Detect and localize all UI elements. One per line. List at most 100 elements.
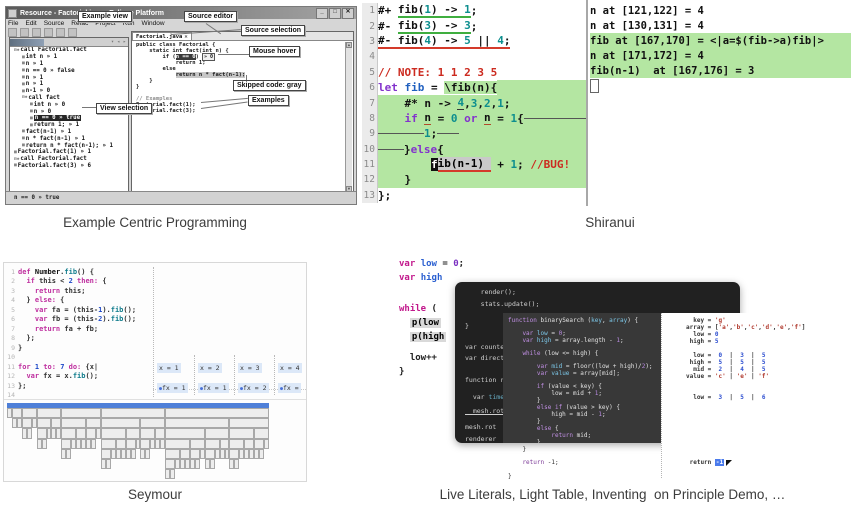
trace-call-box[interactable] bbox=[126, 428, 141, 438]
trace-call-box[interactable] bbox=[254, 428, 269, 438]
trace-call-box[interactable] bbox=[165, 439, 190, 449]
inventing-on-principle-values-pane[interactable]: key = 'g'array = ['a','b','c','d','e','f… bbox=[661, 313, 851, 478]
iteration-column[interactable]: x = 3 ●fx = 2 bbox=[234, 355, 274, 395]
trace-call-box[interactable] bbox=[66, 449, 71, 459]
x-value-chip[interactable]: x = 3 bbox=[238, 363, 262, 373]
trace-call-box[interactable] bbox=[229, 449, 239, 459]
trace-call-box[interactable] bbox=[51, 418, 61, 428]
tree-row[interactable]: ⊟◈call Factorial.fact bbox=[11, 156, 127, 163]
fx-value-chip[interactable]: ●fx = 1 bbox=[157, 383, 188, 393]
tree-row[interactable]: ⊟◈call Factorial.fact bbox=[11, 47, 127, 54]
trace-call-box[interactable] bbox=[195, 459, 200, 469]
fx-value-chip[interactable]: ●fx = 2 bbox=[238, 383, 269, 393]
trace-call-box[interactable] bbox=[259, 449, 264, 459]
trace-call-box[interactable] bbox=[42, 439, 47, 449]
trace-call-box[interactable] bbox=[37, 418, 52, 428]
toolbar-icon[interactable] bbox=[20, 28, 29, 37]
tree-row[interactable]: ▦n == 0 » false bbox=[11, 67, 127, 74]
menu-item-edit[interactable]: Edit bbox=[25, 20, 36, 27]
trace-call-box[interactable] bbox=[37, 428, 47, 438]
trace-call-box[interactable] bbox=[101, 418, 141, 428]
tree-row[interactable]: ▦return n * fact(n-1); » 1 bbox=[11, 142, 127, 149]
x-value-chip[interactable]: x = 4 bbox=[278, 363, 302, 373]
trace-call-box[interactable] bbox=[145, 449, 150, 459]
trace-call-box[interactable] bbox=[165, 418, 229, 428]
menu-item-file[interactable]: File bbox=[8, 20, 18, 27]
trace-call-box[interactable] bbox=[27, 428, 32, 438]
trace-call-box[interactable] bbox=[140, 439, 150, 449]
menu-item-source[interactable]: Source bbox=[44, 20, 65, 27]
editor-scrollbar[interactable]: ▲ ▼ bbox=[345, 42, 352, 192]
toolbar-icon[interactable] bbox=[8, 28, 17, 37]
trace-call-box[interactable] bbox=[210, 459, 215, 469]
tree-row[interactable]: ▦n » 1 bbox=[11, 74, 127, 81]
trace-call-box[interactable] bbox=[229, 439, 244, 449]
iteration-column[interactable]: x = 2●fx = 1 bbox=[194, 355, 234, 395]
toolbar-icon[interactable] bbox=[32, 28, 41, 37]
trace-call-box[interactable] bbox=[131, 449, 136, 459]
source-editor-code[interactable]: public class Factorial { static int fact… bbox=[136, 42, 345, 192]
trace-call-box[interactable] bbox=[165, 408, 269, 418]
view-toolbar-icons[interactable]: ▾ ◂ ▸ bbox=[111, 39, 126, 45]
minimize-button[interactable]: _ bbox=[316, 8, 328, 19]
eclipse-title-bar[interactable]: Resource - Factorial.java - Eclipse Plat… bbox=[6, 7, 356, 19]
shiranui-code-editor[interactable]: 1#+ fib(1) -> 1;2#- fib(3) -> 3;3#- fib(… bbox=[362, 0, 586, 206]
tree-row[interactable]: ▦n » 1 bbox=[11, 61, 127, 68]
tree-row[interactable]: ▦n-1 » 0 bbox=[11, 88, 127, 95]
trace-call-box[interactable] bbox=[140, 418, 165, 428]
toolbar-icon[interactable] bbox=[68, 28, 77, 37]
trace-call-box[interactable] bbox=[254, 439, 264, 449]
trace-call-box[interactable] bbox=[86, 418, 101, 428]
trace-call-box[interactable] bbox=[61, 418, 86, 428]
pane-divider[interactable] bbox=[586, 0, 588, 206]
trace-call-box[interactable] bbox=[12, 408, 22, 418]
tree-row[interactable]: ▦int n » 1 bbox=[11, 54, 127, 61]
tree-row[interactable]: ▦n » 1 bbox=[11, 81, 127, 88]
x-value-chip[interactable]: x = 2 bbox=[198, 363, 222, 373]
trace-call-box[interactable] bbox=[229, 428, 254, 438]
toolbar-icon[interactable] bbox=[44, 28, 53, 37]
trace-call-box[interactable] bbox=[155, 428, 165, 438]
trace-call-box[interactable] bbox=[244, 439, 254, 449]
trace-call-box[interactable] bbox=[140, 428, 155, 438]
trace-call-box[interactable] bbox=[205, 449, 215, 459]
trace-call-box[interactable] bbox=[61, 408, 101, 418]
call-expand-icon[interactable]: ⊟◈ bbox=[14, 48, 19, 53]
trace-call-box[interactable] bbox=[106, 459, 111, 469]
trace-call-box[interactable] bbox=[264, 439, 269, 449]
trace-call-box[interactable] bbox=[86, 428, 96, 438]
trace-call-box[interactable] bbox=[101, 428, 126, 438]
tree-row[interactable]: ⊟◈call fact bbox=[11, 95, 127, 102]
trace-call-box[interactable] bbox=[101, 449, 111, 459]
tab-close-icon[interactable]: ✕ bbox=[184, 34, 187, 40]
trace-call-box[interactable] bbox=[76, 428, 86, 438]
trace-call-box[interactable] bbox=[101, 439, 116, 449]
trace-call-box[interactable] bbox=[180, 449, 190, 459]
toolbar-icon[interactable] bbox=[56, 28, 65, 37]
call-expand-icon[interactable]: ⊟◈ bbox=[22, 95, 27, 100]
tree-row[interactable]: ▦fact(n-1) » 1 bbox=[11, 129, 127, 136]
example-view-tab[interactable] bbox=[10, 39, 44, 46]
iteration-column[interactable]: x = 1 ●fx = 1 bbox=[154, 355, 194, 395]
trace-call-box[interactable] bbox=[116, 439, 126, 449]
trace-call-box[interactable] bbox=[22, 418, 32, 428]
close-button[interactable]: ✕ bbox=[342, 8, 354, 19]
trace-call-box[interactable] bbox=[101, 408, 165, 418]
trace-call-box[interactable] bbox=[165, 459, 175, 469]
trace-call-box[interactable] bbox=[61, 439, 71, 449]
shiranui-output-pane[interactable]: n at [121,122] = 4n at [130,131] = 4fib … bbox=[590, 0, 851, 112]
seymour-code-editor[interactable]: 1def Number.fib() {2 if this < 2 then: {… bbox=[4, 267, 154, 400]
trace-call-box[interactable] bbox=[190, 449, 200, 459]
trace-call-box[interactable] bbox=[165, 449, 180, 459]
fx-value-chip[interactable]: ●fx = bbox=[278, 383, 301, 393]
trace-call-box[interactable] bbox=[61, 428, 76, 438]
call-tree-trace[interactable] bbox=[7, 408, 269, 482]
call-expand-icon[interactable]: ⊟◈ bbox=[14, 157, 19, 162]
trace-call-box[interactable] bbox=[91, 439, 96, 449]
x-value-chip[interactable]: x = 1 bbox=[157, 363, 181, 373]
tree-row[interactable]: ▦Factorial.fact(1) » 1 bbox=[11, 149, 127, 156]
iteration-column[interactable]: x = 4 ●fx = bbox=[274, 355, 314, 395]
trace-call-box[interactable] bbox=[234, 459, 239, 469]
trace-call-box[interactable] bbox=[126, 439, 136, 449]
maximize-button[interactable]: □ bbox=[329, 8, 341, 19]
